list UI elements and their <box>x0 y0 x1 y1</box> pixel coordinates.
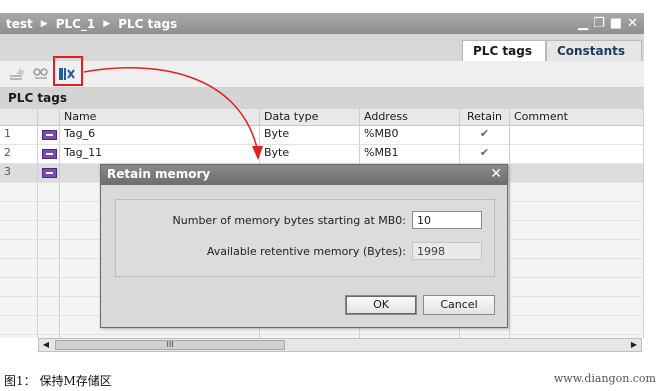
toolbar <box>0 61 644 88</box>
dialog-title-bar: Retain memory ✕ <box>101 165 507 185</box>
column-header-retain[interactable]: Retain <box>460 109 510 125</box>
memory-bytes-label: Number of memory bytes starting at MB0: <box>172 214 406 227</box>
row-number: 1 <box>0 126 38 144</box>
column-header-name[interactable]: Name <box>60 109 260 125</box>
tag-icon <box>42 168 57 178</box>
window-controls: ▁ ❐ ■ ✕ <box>578 15 638 32</box>
retain-memory-dialog: Retain memory ✕ Number of memory bytes s… <box>100 164 508 328</box>
comment-cell[interactable] <box>510 126 644 144</box>
scroll-left-icon[interactable]: ◀ <box>39 339 53 351</box>
tag-name-cell[interactable]: Tag_6 <box>60 126 260 144</box>
row-number: 2 <box>0 145 38 163</box>
breadcrumb-separator-icon: ▶ <box>40 18 48 29</box>
cancel-button[interactable]: Cancel <box>423 295 495 315</box>
breadcrumb-plc-tags[interactable]: PLC tags <box>118 17 177 31</box>
table-header: Name Data type Address Retain Comment <box>0 109 644 126</box>
tag-name-cell[interactable]: Tag_11 <box>60 145 260 163</box>
tab-constants[interactable]: Constants <box>546 40 642 61</box>
ok-button[interactable]: OK <box>345 295 417 315</box>
insert-row-icon[interactable] <box>32 66 50 82</box>
restore-icon[interactable]: ❐ <box>593 16 605 31</box>
data-type-cell[interactable]: Byte <box>260 126 360 144</box>
breadcrumb-plc[interactable]: PLC_1 <box>56 17 96 31</box>
column-header-data-type[interactable]: Data type <box>260 109 360 125</box>
comment-cell[interactable] <box>510 164 644 182</box>
dialog-close-icon[interactable]: ✕ <box>490 166 502 182</box>
table-row[interactable]: 1 Tag_6 Byte %MB0 ✔ <box>0 126 644 145</box>
tabs-bar: PLC tags Constants <box>0 34 644 61</box>
retain-checkbox[interactable]: ✔ <box>460 145 510 163</box>
close-icon[interactable]: ✕ <box>627 16 638 31</box>
memory-bytes-input[interactable]: 10 <box>412 211 482 229</box>
scroll-right-icon[interactable]: ▶ <box>627 339 641 351</box>
section-title: PLC tags <box>0 88 644 109</box>
title-bar: test ▶ PLC_1 ▶ PLC tags ▁ ❐ ■ ✕ <box>0 13 644 34</box>
address-cell[interactable]: %MB1 <box>360 145 460 163</box>
horizontal-scrollbar[interactable]: ◀ III ▶ <box>38 338 642 352</box>
address-cell[interactable]: %MB0 <box>360 126 460 144</box>
dialog-title: Retain memory <box>107 167 211 181</box>
dialog-group-box: Number of memory bytes starting at MB0: … <box>115 199 495 277</box>
row-number: 3 <box>0 164 38 182</box>
column-header-comment[interactable]: Comment <box>510 109 644 125</box>
tag-icon <box>42 149 57 159</box>
scrollbar-thumb[interactable]: III <box>55 340 285 350</box>
watermark: www.diangon.com <box>553 372 656 385</box>
column-header-address[interactable]: Address <box>360 109 460 125</box>
table-row[interactable]: 2 Tag_11 Byte %MB1 ✔ <box>0 145 644 164</box>
plc-tags-window: test ▶ PLC_1 ▶ PLC tags ▁ ❐ ■ ✕ PLC tags… <box>0 0 660 391</box>
breadcrumb-separator-icon: ▶ <box>103 18 111 29</box>
add-row-icon[interactable] <box>8 66 26 82</box>
breadcrumb-project[interactable]: test <box>6 17 33 31</box>
figure-caption: 图1： 保持M存储区 <box>4 374 112 388</box>
available-memory-label: Available retentive memory (Bytes): <box>206 245 406 258</box>
data-type-cell[interactable]: Byte <box>260 145 360 163</box>
available-memory-value: 1998 <box>412 242 482 260</box>
minimize-icon[interactable]: ▁ <box>578 16 588 31</box>
retain-checkbox[interactable]: ✔ <box>460 126 510 144</box>
tab-plc-tags[interactable]: PLC tags <box>462 40 546 61</box>
tag-icon <box>42 130 57 140</box>
maximize-icon[interactable]: ■ <box>610 16 622 31</box>
comment-cell[interactable] <box>510 145 644 163</box>
retain-button-highlight <box>53 56 83 86</box>
